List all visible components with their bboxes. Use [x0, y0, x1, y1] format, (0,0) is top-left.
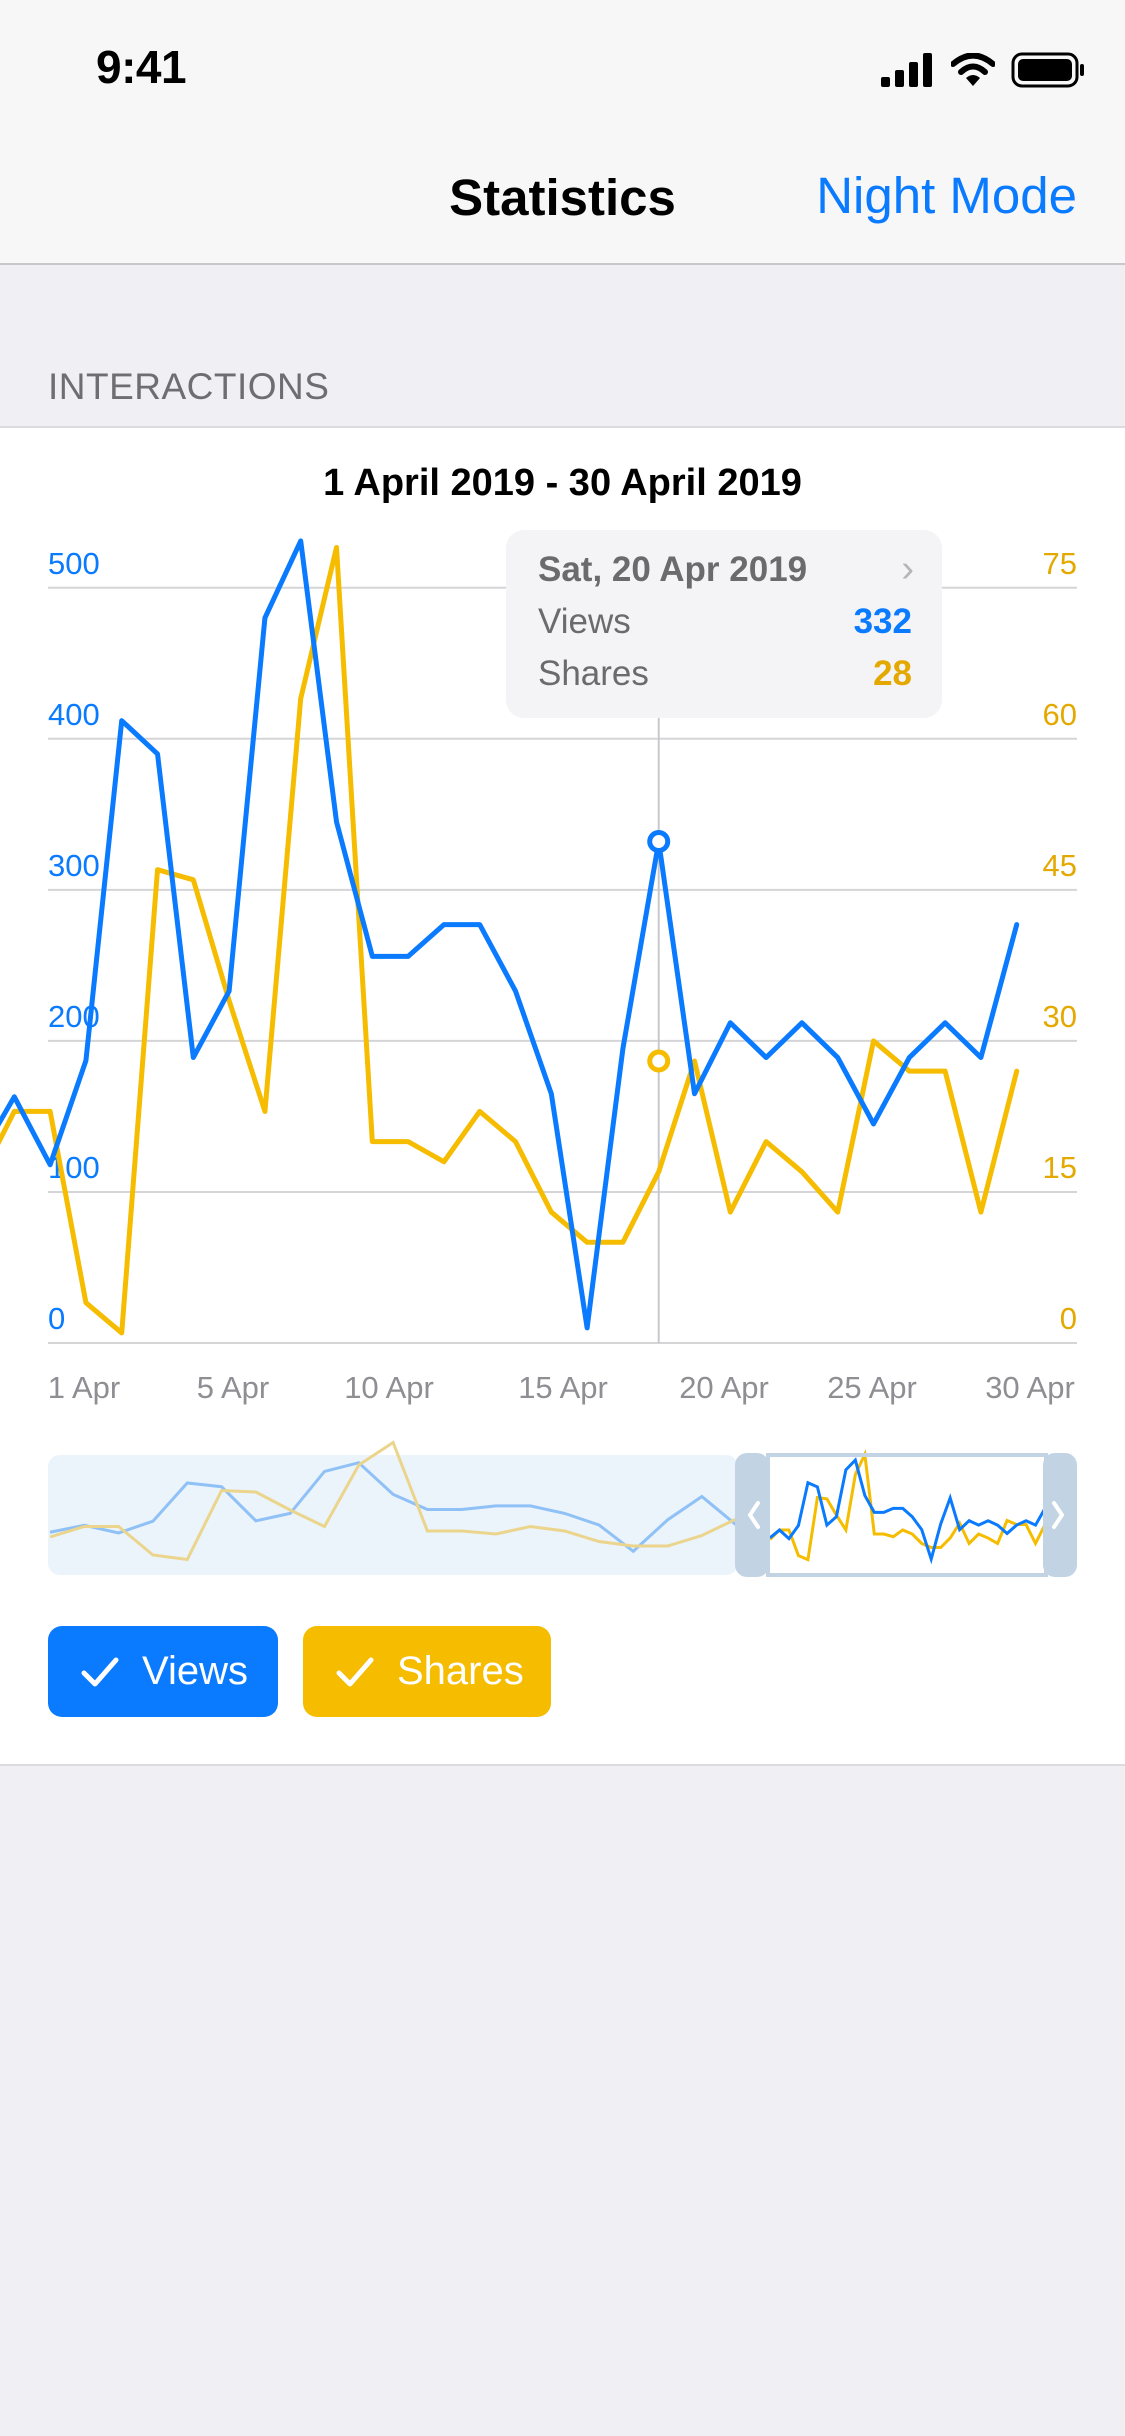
- y-left-tick-label: 300: [48, 848, 100, 883]
- night-mode-button[interactable]: Night Mode: [816, 166, 1077, 225]
- x-tick-label: 1 Apr: [48, 1370, 120, 1405]
- signal-icon: [881, 53, 932, 87]
- views-toggle-label: Views: [142, 1649, 248, 1693]
- x-tick-label: 30 Apr: [985, 1370, 1075, 1405]
- x-tick-label: 5 Apr: [197, 1370, 269, 1405]
- chart-tooltip[interactable]: Sat, 20 Apr 2019 › Views 332 Shares 28: [506, 530, 942, 718]
- status-bar: 9:41: [0, 0, 1125, 132]
- checkmark-icon: [81, 1657, 119, 1686]
- y-left-tick-label: 0: [48, 1301, 65, 1336]
- x-tick-label: 15 Apr: [518, 1370, 608, 1405]
- navigator-window: [768, 1455, 1048, 1575]
- navigation-bar: Statistics Night Mode: [0, 132, 1125, 265]
- checkmark-icon: [336, 1657, 374, 1686]
- x-tick-label: 20 Apr: [679, 1370, 769, 1405]
- status-time: 9:41: [96, 41, 187, 93]
- shares-toggle-button[interactable]: Shares: [303, 1626, 551, 1717]
- tooltip-date: Sat, 20 Apr 2019: [538, 550, 808, 589]
- y-right-tick-label: 75: [1043, 546, 1077, 581]
- chart-title: 1 April 2019 - 30 April 2019: [323, 462, 802, 504]
- x-tick-label: 25 Apr: [827, 1370, 917, 1405]
- tooltip-shares-value: 28: [873, 654, 912, 693]
- shares-toggle-label: Shares: [397, 1649, 524, 1693]
- y-right-tick-label: 0: [1060, 1301, 1077, 1336]
- tooltip-views-label: Views: [538, 602, 631, 641]
- status-icons: [881, 50, 1085, 90]
- tooltip-shares-label: Shares: [538, 654, 649, 693]
- navigator-background: [48, 1455, 738, 1575]
- y-left-tick-label: 400: [48, 697, 100, 732]
- y-right-tick-label: 15: [1043, 1150, 1077, 1185]
- chevron-right-icon: ›: [901, 548, 914, 590]
- views-toggle-button[interactable]: Views: [48, 1626, 278, 1717]
- wifi-icon: [951, 53, 995, 86]
- section-header: INTERACTIONS: [48, 366, 330, 407]
- battery-icon: [1011, 52, 1084, 88]
- y-left-tick-label: 500: [48, 546, 100, 581]
- tooltip-views-value: 332: [853, 602, 912, 641]
- shares-highlight-point: [647, 1049, 671, 1073]
- y-right-tick-label: 30: [1043, 999, 1077, 1034]
- y-right-tick-label: 45: [1043, 848, 1077, 883]
- x-tick-label: 10 Apr: [344, 1370, 434, 1405]
- y-right-tick-label: 60: [1043, 697, 1077, 732]
- views-highlight-point: [647, 830, 671, 854]
